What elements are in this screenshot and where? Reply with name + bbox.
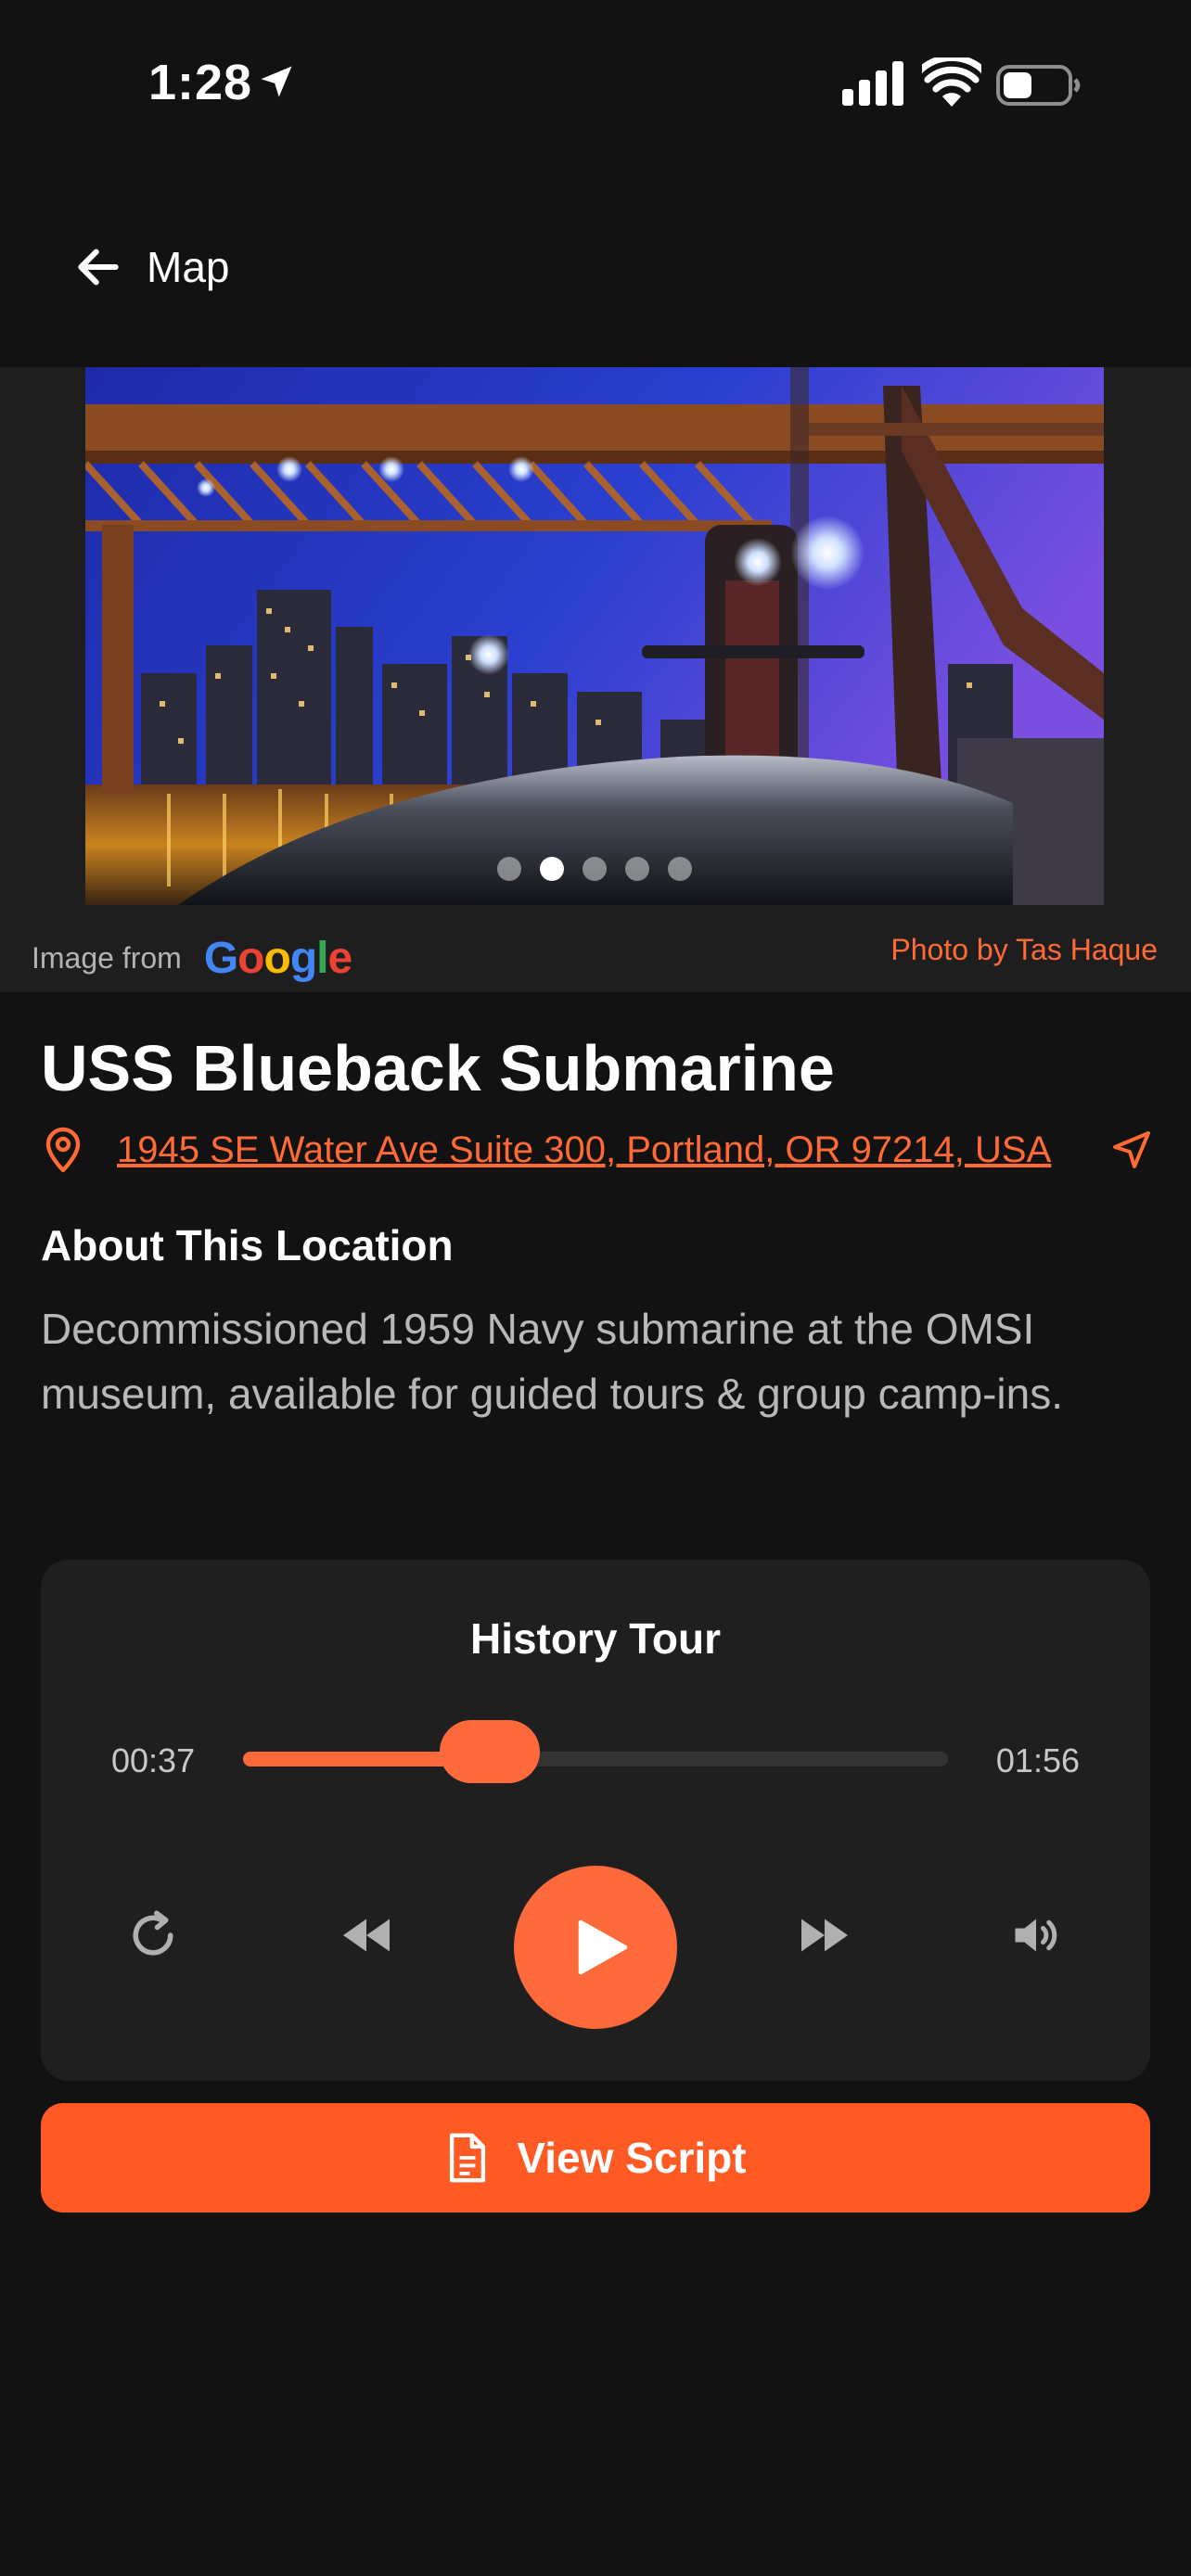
carousel-dot[interactable] <box>625 857 649 881</box>
fast-forward-icon <box>801 1919 848 1952</box>
rewind-icon <box>343 1919 390 1952</box>
cellular-signal-icon <box>842 61 903 106</box>
image-source: Image from Google <box>32 933 352 984</box>
submarine-photo <box>85 367 1104 905</box>
play-icon <box>578 1919 628 1975</box>
location-photo-carousel[interactable] <box>85 367 1104 905</box>
wifi-icon <box>922 57 981 107</box>
address-row: 1945 SE Water Ave Suite 300, Portland, O… <box>41 1122 1154 1178</box>
address-link[interactable]: 1945 SE Water Ave Suite 300, Portland, O… <box>117 1129 1051 1171</box>
arrow-left-icon <box>78 249 119 286</box>
carousel-dots[interactable] <box>85 857 1104 881</box>
volume-icon <box>1015 1919 1057 1952</box>
battery-icon <box>996 65 1081 106</box>
back-label: Map <box>147 243 230 291</box>
audio-player-card: History Tour 00:37 01:56 <box>41 1560 1150 2081</box>
photo-credit[interactable]: Photo by Tas Haque <box>890 933 1158 967</box>
carousel-dot-active[interactable] <box>540 857 564 881</box>
map-pin-icon <box>45 1127 81 1173</box>
navigate-icon[interactable] <box>1109 1128 1154 1172</box>
view-script-label: View Script <box>517 2134 747 2182</box>
google-logo: Google <box>203 934 352 983</box>
replay-icon <box>133 1910 173 1956</box>
rewind-button[interactable] <box>325 1894 408 1977</box>
progress-thumb[interactable] <box>440 1720 540 1783</box>
back-to-map-button[interactable]: Map <box>72 239 229 295</box>
current-time: 00:37 <box>111 1741 196 1779</box>
location-arrow-icon <box>261 66 292 97</box>
image-source-label: Image from <box>32 941 182 975</box>
status-time: 1:28 <box>148 55 253 110</box>
total-time: 01:56 <box>995 1741 1080 1779</box>
about-text: Decommissioned 1959 Navy submarine at th… <box>41 1305 1064 1418</box>
replay-button[interactable] <box>111 1894 195 1977</box>
location-title: USS Blueback Submarine <box>41 1032 835 1104</box>
view-script-button[interactable]: View Script <box>41 2103 1150 2213</box>
image-section: Image from Google Photo by Tas Haque <box>0 367 1191 992</box>
carousel-dot[interactable] <box>668 857 692 881</box>
fast-forward-button[interactable] <box>783 1894 866 1977</box>
document-icon <box>450 2133 486 2183</box>
progress-slider[interactable] <box>243 1720 948 1783</box>
volume-button[interactable] <box>994 1894 1078 1977</box>
play-button[interactable] <box>514 1866 677 2029</box>
tour-title: History Tour <box>469 1614 722 1663</box>
carousel-dot[interactable] <box>497 857 521 881</box>
carousel-dot[interactable] <box>583 857 607 881</box>
status-bar: 1:28 <box>0 0 1191 176</box>
about-heading: About This Location <box>41 1221 454 1269</box>
